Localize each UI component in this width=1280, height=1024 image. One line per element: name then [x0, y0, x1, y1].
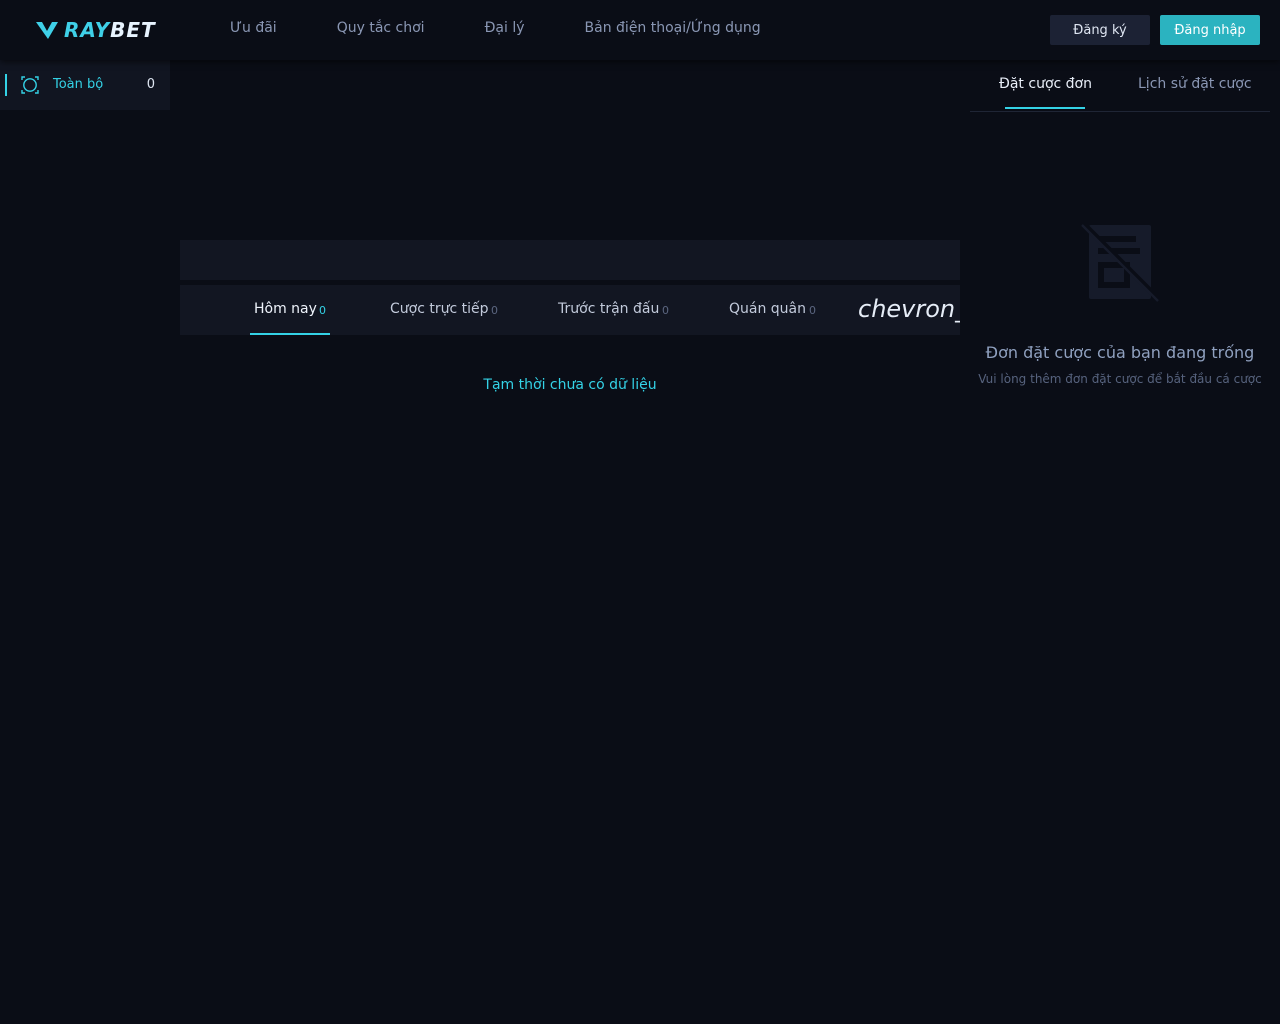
tabs-overflow-chevron[interactable]: chevron_ — [858, 295, 960, 323]
tab-label: Quán quân — [729, 301, 807, 317]
tab-count: 0 — [319, 304, 326, 317]
tab-count: 0 — [491, 304, 498, 317]
logo-mark-icon — [36, 22, 58, 39]
active-tab-underline — [1005, 107, 1085, 109]
nav-item-agent[interactable]: Đại lý — [485, 20, 525, 36]
tab-single-bet[interactable]: Đặt cược đơn — [999, 76, 1092, 92]
logo-text-ray: RAY — [64, 18, 111, 42]
tab-bet-history[interactable]: Lịch sử đặt cược — [1138, 76, 1252, 92]
sidebar-item-all[interactable]: Toàn bộ 0 — [0, 60, 170, 110]
sidebar-item-label: Toàn bộ — [53, 77, 104, 92]
no-data-message: Tạm thời chưa có dữ liệu — [483, 377, 657, 393]
tab-outright[interactable]: Quán quân 0 — [729, 285, 829, 335]
main-nav: Ưu đãi Quy tắc chơi Đại lý Bản điện thoạ… — [230, 20, 821, 36]
active-tab-underline — [250, 333, 330, 335]
tab-today[interactable]: Hôm nay 0 — [250, 285, 330, 335]
soccer-ball-icon — [21, 76, 39, 94]
tab-pre-match[interactable]: Trước trận đấu 0 — [558, 285, 678, 335]
betslip-tabs: Đặt cược đơn Lịch sử đặt cược — [970, 60, 1270, 112]
login-button[interactable]: Đăng nhập — [1160, 15, 1260, 45]
empty-betslip-subtitle: Vui lòng thêm đơn đặt cược để bắt đầu cá… — [978, 372, 1262, 386]
tab-label: Trước trận đấu — [558, 301, 660, 317]
logo-text: RAYBET — [64, 18, 156, 42]
empty-betslip-icon — [1080, 222, 1160, 302]
empty-betslip-title: Đơn đặt cược của bạn đang trống — [985, 343, 1255, 362]
tab-label: Cược trực tiếp — [390, 301, 489, 317]
top-header: RAYBET Ưu đãi Quy tắc chơi Đại lý Bản đi… — [0, 0, 1280, 60]
tab-label: Hôm nay — [254, 301, 317, 317]
register-button[interactable]: Đăng ký — [1050, 15, 1150, 45]
tab-live[interactable]: Cược trực tiếp 0 — [390, 285, 510, 335]
tab-count: 0 — [662, 304, 669, 317]
sidebar-item-count: 0 — [146, 77, 155, 92]
nav-item-promotions[interactable]: Ưu đãi — [230, 20, 277, 36]
filter-strip — [180, 240, 960, 280]
active-indicator — [5, 74, 7, 96]
tab-count: 0 — [809, 304, 816, 317]
raybet-logo[interactable]: RAYBET — [36, 18, 156, 42]
nav-item-rules[interactable]: Quy tắc chơi — [337, 20, 425, 36]
logo-text-bet: BET — [110, 18, 156, 42]
nav-item-mobile-app[interactable]: Bản điện thoại/Ứng dụng — [585, 20, 761, 36]
match-tabs-bar: Hôm nay 0 Cược trực tiếp 0 Trước trận đấ… — [180, 285, 960, 335]
